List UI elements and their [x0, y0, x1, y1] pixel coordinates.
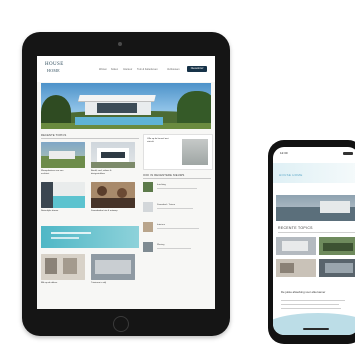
phone-section-title: RECENTE TOPICS — [278, 226, 313, 230]
thumb-window — [45, 258, 57, 274]
tablet-camera — [118, 42, 122, 46]
card-thumbnail[interactable] — [41, 142, 85, 168]
battery-icon — [343, 152, 353, 155]
thumb-person — [97, 186, 107, 196]
phone-excerpt — [281, 304, 339, 306]
hero-house-window — [97, 103, 137, 113]
nav-link-interieur[interactable]: Interieur — [123, 68, 132, 71]
pool-banner[interactable] — [41, 226, 139, 248]
nav-link-tuin[interactable]: Tuin & buitenleven — [137, 68, 158, 71]
site-header: HOUSE HOME Wonen Koken Interieur Tuin & … — [37, 56, 215, 82]
card-title[interactable]: Tuinieren in stijl — [91, 282, 121, 285]
thumb-house — [282, 241, 308, 251]
thumb-trees — [323, 243, 353, 251]
phone-card-thumbnail[interactable] — [319, 259, 355, 277]
aside-item-label[interactable]: Interieur — [157, 224, 165, 227]
card-title[interactable]: Natuurlijke droom — [41, 210, 71, 213]
feature-card[interactable]: Villa op de heuvel met uitzicht — [143, 134, 213, 170]
phone-card-thumbnail[interactable] — [276, 259, 316, 277]
nav-link-verbouwen[interactable]: Verbouwen — [167, 68, 180, 71]
thumb-shadow — [91, 198, 135, 208]
card-title[interactable]: Zwembaden tuin & ontwerp — [91, 210, 121, 213]
thumb-person — [117, 188, 127, 198]
aside-item-label[interactable]: Inrichting — [157, 184, 166, 187]
card-title[interactable]: Woonplaatsen van een architect — [41, 170, 71, 175]
aside-excerpt — [157, 248, 191, 250]
thumb-window — [280, 263, 294, 273]
hero-pool — [75, 117, 163, 125]
aside-item-label[interactable]: Woning — [157, 244, 164, 247]
card-thumbnail[interactable] — [91, 182, 135, 208]
hero-house-roof — [78, 95, 156, 101]
site-logo-sub: HOME — [47, 68, 60, 73]
phone-card-thumbnail[interactable] — [276, 237, 316, 255]
recent-topics-title: RECENTE TOPICS — [41, 134, 67, 137]
card-thumbnail[interactable] — [91, 142, 135, 168]
feature-thumbnail — [182, 139, 208, 165]
aside-thumbnail[interactable] — [143, 202, 153, 212]
phone-hero-image[interactable] — [276, 195, 355, 221]
phone-screen: 12:30 HOUSE HOME RECENTE TOPICS De juist… — [273, 147, 355, 335]
phone-excerpt — [281, 308, 341, 310]
tablet-screen: HOUSE HOME Wonen Koken Interieur Tuin & … — [37, 56, 215, 309]
aside-thumbnail[interactable] — [143, 242, 153, 252]
aside-excerpt — [157, 228, 199, 230]
card-thumbnail[interactable] — [41, 182, 85, 208]
newsletter-button[interactable]: Nieuwsbrief — [187, 66, 207, 72]
aside-thumbnail[interactable] — [143, 182, 153, 192]
banner-text-line — [51, 237, 79, 239]
thumb-facade — [95, 260, 131, 274]
aside-thumbnail[interactable] — [143, 222, 153, 232]
nav-link-wonen[interactable]: Wonen — [99, 68, 107, 71]
aside-item-label[interactable]: Zwembad - Tuinen — [157, 204, 175, 207]
hero-image[interactable] — [41, 83, 211, 129]
divider — [278, 232, 355, 233]
thumb-window — [63, 258, 77, 274]
phone-brand[interactable]: HOUSE HOME — [279, 173, 303, 177]
thumb-wall — [41, 182, 53, 208]
aside-excerpt — [157, 208, 193, 210]
divider — [41, 138, 139, 139]
aside-section-title: OOK IN RECENTERE NIEUWS — [143, 174, 185, 177]
thumb-lawn — [91, 162, 135, 168]
thumb-house — [49, 151, 75, 159]
thumb-pool — [53, 196, 85, 208]
home-indicator[interactable] — [303, 328, 329, 330]
phone-excerpt — [281, 300, 345, 302]
feature-title[interactable]: Villa op de heuvel met uitzicht — [147, 138, 173, 143]
site-logo[interactable]: HOUSE — [45, 62, 64, 67]
phone-card-caption[interactable]: De juiste afwerking voor elke kamer — [281, 290, 351, 295]
card-thumbnail[interactable] — [91, 254, 135, 280]
nav-link-koken[interactable]: Koken — [111, 68, 118, 71]
thumb-facade — [325, 263, 353, 273]
phone-card-thumbnail[interactable] — [319, 237, 355, 255]
divider — [143, 178, 211, 179]
tablet-home-button[interactable] — [113, 316, 129, 332]
phone-footer-wave — [273, 313, 355, 335]
status-time: 12:30 — [280, 151, 288, 155]
card-title[interactable]: Blik op de daken — [41, 282, 71, 285]
thumb-window — [101, 152, 125, 158]
aside-excerpt — [157, 188, 197, 190]
banner-text-line — [51, 232, 91, 234]
card-title[interactable]: Beeld, veel, videos & designstukken — [91, 170, 121, 175]
card-thumbnail[interactable] — [41, 254, 85, 280]
hero-house — [320, 201, 350, 213]
